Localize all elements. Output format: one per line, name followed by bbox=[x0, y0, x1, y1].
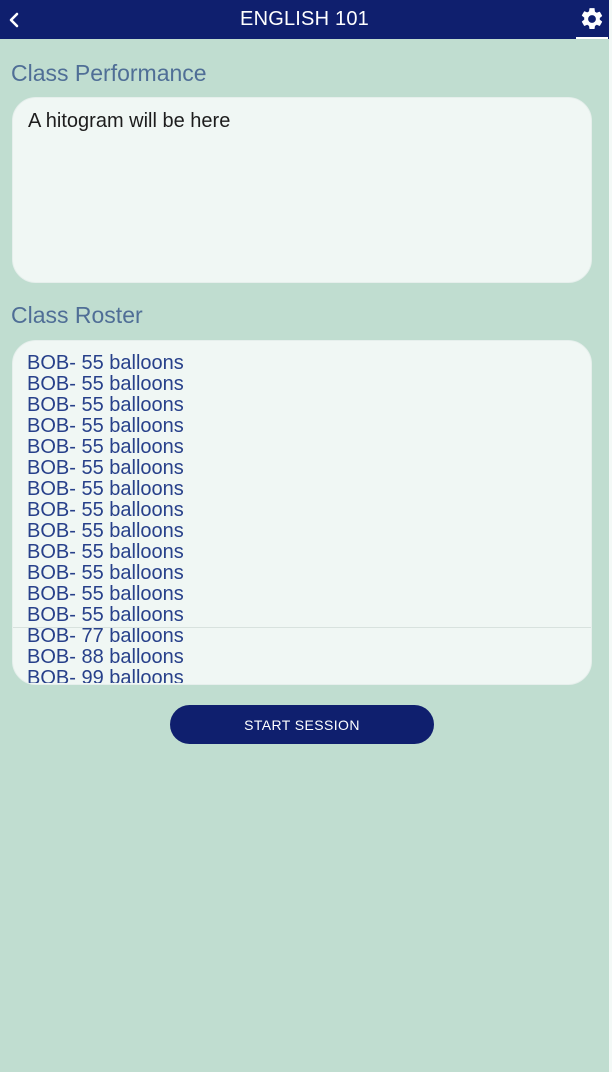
roster-item[interactable]: BOB- 55 balloons bbox=[13, 437, 591, 458]
class-roster-heading: Class Roster bbox=[11, 302, 143, 328]
roster-item[interactable]: BOB- 55 balloons bbox=[13, 605, 591, 626]
roster-item[interactable]: BOB- 55 balloons bbox=[13, 416, 591, 437]
gear-icon bbox=[579, 6, 605, 32]
start-session-button[interactable]: START SESSION bbox=[170, 705, 434, 744]
roster-item[interactable]: BOB- 55 balloons bbox=[13, 458, 591, 479]
roster-item[interactable]: BOB- 55 balloons bbox=[13, 374, 591, 395]
roster-item[interactable]: BOB- 55 balloons bbox=[13, 584, 591, 605]
roster-item[interactable]: BOB- 55 balloons bbox=[13, 542, 591, 563]
class-performance-heading: Class Performance bbox=[11, 60, 207, 86]
page-title: ENGLISH 101 bbox=[240, 8, 369, 30]
roster-item[interactable]: BOB- 55 balloons bbox=[13, 521, 591, 542]
roster-item[interactable]: BOB- 55 balloons bbox=[13, 353, 591, 374]
app-screen: ENGLISH 101 Class Performance A hitogram… bbox=[0, 0, 612, 1072]
class-performance-card: A hitogram will be here bbox=[12, 97, 592, 283]
roster-divider bbox=[13, 627, 591, 628]
class-roster-list[interactable]: BOB- 55 balloons BOB- 55 balloons BOB- 5… bbox=[13, 353, 591, 683]
roster-item[interactable]: BOB- 55 balloons bbox=[13, 395, 591, 416]
class-roster-card[interactable]: BOB- 55 balloons BOB- 55 balloons BOB- 5… bbox=[12, 340, 592, 685]
top-app-bar: ENGLISH 101 bbox=[0, 0, 609, 39]
roster-item[interactable]: BOB- 77 balloons bbox=[13, 626, 591, 647]
roster-item[interactable]: BOB- 88 balloons bbox=[13, 647, 591, 668]
roster-item[interactable]: BOB- 99 balloons bbox=[13, 668, 591, 684]
roster-item[interactable]: BOB- 55 balloons bbox=[13, 500, 591, 521]
histogram-placeholder-text: A hitogram will be here bbox=[28, 110, 231, 132]
roster-item[interactable]: BOB- 55 balloons bbox=[13, 479, 591, 500]
settings-button[interactable] bbox=[576, 0, 608, 39]
roster-item[interactable]: BOB- 55 balloons bbox=[13, 563, 591, 584]
